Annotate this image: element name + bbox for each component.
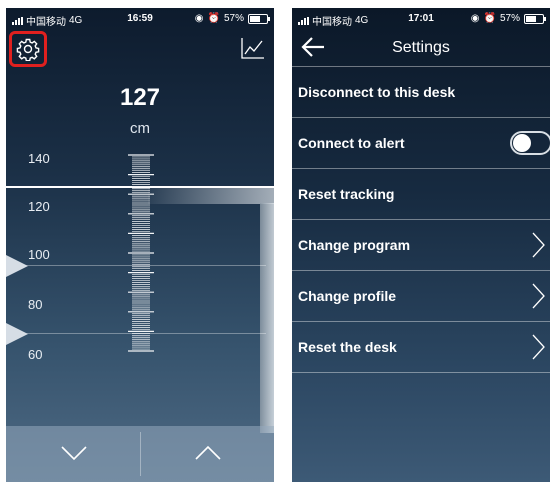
- scale-label: 100: [28, 247, 50, 262]
- settings-item-label: Disconnect to this desk: [298, 84, 456, 100]
- chevron-up-icon: [195, 445, 221, 460]
- height-unit: cm: [130, 120, 150, 137]
- height-ruler[interactable]: [128, 153, 154, 353]
- scale-label: 120: [28, 199, 50, 214]
- line-chart-icon[interactable]: [240, 36, 266, 60]
- settings-item-label: Change program: [298, 237, 411, 253]
- chevron-down-icon: [61, 446, 87, 461]
- rotation-lock-icon: ◉: [194, 13, 204, 24]
- settings-button[interactable]: [9, 31, 47, 67]
- settings-item-label: Connect to alert: [298, 135, 405, 151]
- scale-label: 60: [28, 347, 43, 362]
- chevron-right-icon: [532, 232, 545, 258]
- settings-item-label: Change profile: [298, 288, 397, 304]
- chevron-right-icon: [532, 283, 545, 309]
- battery-percent: 57%: [499, 13, 520, 24]
- scale-label: 80: [28, 297, 43, 312]
- desk-surface: [148, 188, 274, 204]
- settings-item-reset-tracking[interactable]: Reset tracking: [292, 169, 550, 220]
- settings-item-reset-desk[interactable]: Reset the desk: [292, 322, 550, 373]
- settings-item-label: Reset tracking: [298, 186, 395, 202]
- settings-item-change-program[interactable]: Change program: [292, 220, 550, 271]
- settings-screen: 中国移动 4G 17:01 ◉ ⏰ 57% Settings Disconnec…: [292, 8, 550, 482]
- desk-leg: [260, 203, 274, 433]
- rotation-lock-icon: ◉: [470, 13, 480, 24]
- height-value: 127: [119, 84, 161, 111]
- preset-marker[interactable]: [6, 255, 28, 277]
- gear-icon: [16, 38, 40, 61]
- lower-desk-button[interactable]: [54, 438, 94, 468]
- desk-height-screen: 中国移动 4G 16:59 ◉ ⏰ 57% 127 cm 140 120 100…: [6, 8, 274, 482]
- battery-percent: 57%: [223, 13, 244, 24]
- settings-item-label: Reset the desk: [298, 339, 397, 355]
- settings-item-connect-alert: Connect to alert: [292, 118, 550, 169]
- toggle-knob: [513, 134, 531, 152]
- status-bar: 中国移动 4G 16:59 ◉ ⏰ 57%: [6, 8, 274, 30]
- status-bar: 中国移动 4G 17:01 ◉ ⏰ 57%: [292, 8, 550, 30]
- alarm-icon: ⏰: [207, 13, 220, 24]
- settings-item-change-profile[interactable]: Change profile: [292, 271, 550, 322]
- page-title: Settings: [392, 39, 450, 56]
- chevron-right-icon: [532, 334, 545, 360]
- alert-toggle[interactable]: [510, 131, 550, 155]
- nav-bar: Settings: [292, 30, 550, 66]
- battery-icon: [248, 13, 270, 24]
- raise-desk-button[interactable]: [188, 438, 228, 468]
- battery-icon: [524, 13, 546, 24]
- alarm-icon: ⏰: [483, 13, 496, 24]
- scale-label: 140: [28, 151, 50, 166]
- settings-item-disconnect[interactable]: Disconnect to this desk: [292, 67, 550, 118]
- control-bar: [6, 426, 274, 482]
- preset-marker[interactable]: [6, 323, 28, 345]
